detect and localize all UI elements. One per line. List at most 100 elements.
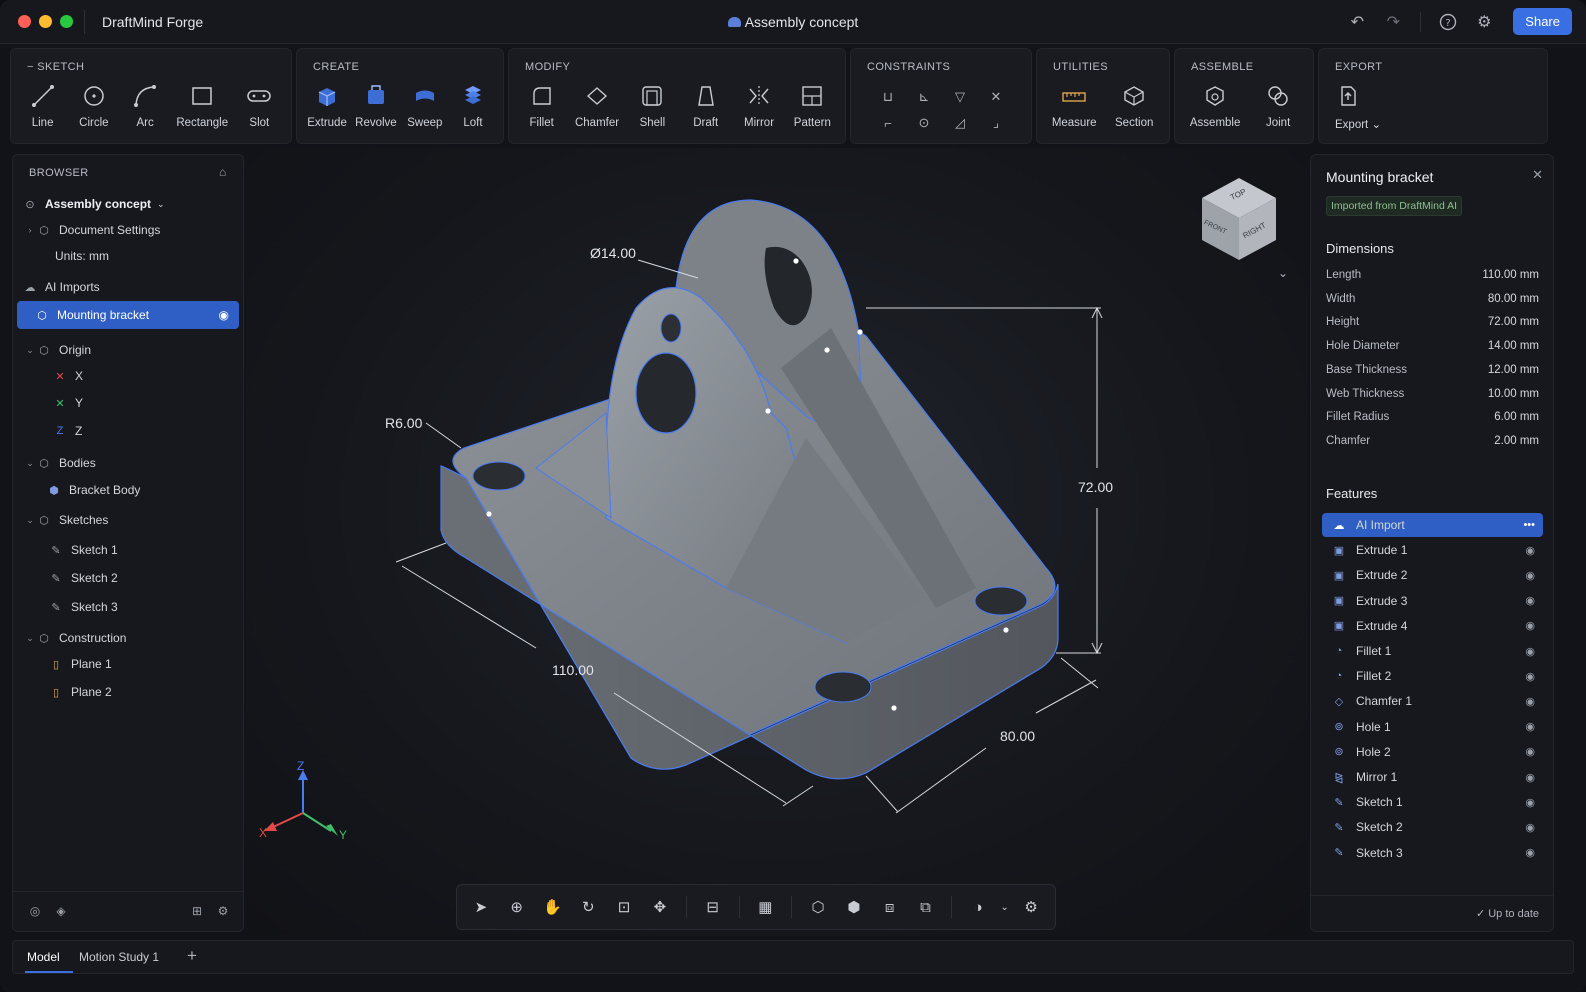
minimize-window-button[interactable] [39, 15, 52, 28]
feature-row[interactable]: ✎ Sketch 1 ◉ [1322, 790, 1543, 814]
horizontal-constraint-icon[interactable]: ⌐ [875, 113, 901, 133]
feature-row[interactable]: ⧎ Mirror 1 ◉ [1322, 765, 1543, 789]
zoom-fit-icon[interactable]: ⊡ [608, 892, 640, 922]
slot-tool[interactable]: Slot [239, 83, 279, 129]
revolve-tool[interactable]: Revolve [355, 83, 397, 129]
dimension-value[interactable]: 80.00 mm [1488, 293, 1539, 311]
chevron-down-icon[interactable]: ⌄ [23, 515, 37, 526]
visibility-eye-icon[interactable]: ◉ [1525, 720, 1535, 733]
sweep-tool[interactable]: Sweep [405, 83, 445, 129]
chevron-down-icon[interactable]: ⌄ [23, 633, 37, 644]
bracket-model[interactable] [246, 148, 1308, 936]
section-tool[interactable]: Section [1114, 83, 1154, 129]
dimension-diameter[interactable]: Ø14.00 [590, 245, 636, 261]
tab-motion-study[interactable]: Motion Study 1 [79, 950, 159, 964]
feature-row[interactable]: ✎ Sketch 3 ◉ [1322, 841, 1543, 865]
fillet-tool[interactable]: Fillet [522, 83, 562, 129]
visibility-eye-icon[interactable]: ◉ [1525, 796, 1535, 809]
feature-row[interactable]: ▣ Extrude 3 ◉ [1322, 589, 1543, 613]
draft-tool[interactable]: Draft [686, 83, 726, 129]
tree-ai-imports[interactable]: ☁ AI Imports [23, 274, 239, 300]
arc-tool[interactable]: Arc [125, 83, 165, 129]
measure-tool[interactable]: Measure [1052, 83, 1097, 129]
more-options-icon[interactable]: ••• [1523, 519, 1535, 531]
perpendicular-constraint-icon[interactable]: ⊾ [911, 87, 937, 107]
tree-sketches[interactable]: ⌄ ⬡ Sketches [23, 507, 239, 533]
loft-tool[interactable]: Loft [453, 83, 493, 129]
assemble-tool[interactable]: Assemble [1190, 83, 1240, 129]
vertical-constraint-icon[interactable]: ⌟ [983, 113, 1009, 133]
chevron-down-icon[interactable]: ⌄ [23, 458, 37, 469]
chevron-down-icon[interactable]: ⌄ [1371, 119, 1381, 131]
feature-row[interactable]: ⊚ Hole 1 ◉ [1322, 715, 1543, 739]
feature-row[interactable]: ▣ Extrude 4 ◉ [1322, 614, 1543, 638]
help-icon[interactable]: ? [1435, 9, 1461, 35]
browser-settings-icon[interactable]: ⚙ [215, 904, 231, 920]
settings-gear-icon[interactable]: ⚙ [1471, 9, 1497, 35]
close-window-button[interactable] [18, 15, 31, 28]
dimension-height[interactable]: 72.00 [1078, 479, 1113, 495]
visibility-eye-icon[interactable]: ◉ [1525, 745, 1535, 758]
visibility-eye-icon[interactable]: ◉ [1525, 594, 1535, 607]
appearance-icon[interactable]: ◑ [962, 892, 994, 922]
dimension-value[interactable]: 14.00 mm [1488, 340, 1539, 358]
dimension-value[interactable]: 110.00 mm [1482, 269, 1539, 287]
line-tool[interactable]: Line [23, 83, 63, 129]
export-tool[interactable]: Export ⌄ [1335, 83, 1381, 131]
dimension-value[interactable]: 72.00 mm [1488, 316, 1539, 334]
circle-tool[interactable]: Circle [74, 83, 114, 129]
select-cursor-icon[interactable]: ➤ [465, 892, 497, 922]
feature-row[interactable]: ▣ Extrude 2 ◉ [1322, 563, 1543, 587]
feature-row[interactable]: ✎ Sketch 2 ◉ [1322, 815, 1543, 839]
dimension-value[interactable]: 6.00 mm [1494, 411, 1539, 429]
undo-icon[interactable]: ↶ [1344, 9, 1370, 35]
maximize-window-button[interactable] [60, 15, 73, 28]
tree-origin[interactable]: ⌄ ⬡ Origin [23, 337, 239, 363]
tree-axis-x[interactable]: ✕ X [53, 363, 239, 389]
visibility-eye-icon[interactable]: ◉ [1525, 645, 1535, 658]
chevron-right-icon[interactable]: › [23, 225, 37, 235]
home-icon[interactable]: ⌂ [219, 165, 233, 179]
tree-bodies[interactable]: ⌄ ⬡ Bodies [23, 450, 239, 476]
concentric-constraint-icon[interactable]: ⊙ [911, 113, 937, 133]
view-settings-gear-icon[interactable]: ⚙ [1015, 892, 1047, 922]
wireframe-cube-icon[interactable]: ⬡ [802, 892, 834, 922]
feature-row[interactable]: ☁ AI Import ••• [1322, 513, 1543, 537]
tree-bracket-body[interactable]: ⬢ Bracket Body [47, 477, 239, 503]
visibility-eye-icon[interactable]: ◉ [1525, 670, 1535, 683]
tree-axis-z[interactable]: ZZ [53, 418, 239, 444]
layers-icon[interactable]: ◈ [53, 904, 69, 920]
tree-sketch-3[interactable]: ✎ Sketch 3 [49, 594, 239, 620]
orbit-target-icon[interactable]: ⊕ [501, 892, 533, 922]
visibility-eye-icon[interactable]: ◉ [1525, 846, 1535, 859]
cross-constraint-icon[interactable]: ✕ [983, 87, 1009, 107]
visibility-eye-icon[interactable]: ◉ [219, 308, 229, 322]
shell-tool[interactable]: Shell [632, 83, 672, 129]
rotate-icon[interactable]: ↻ [572, 892, 604, 922]
tree-sketch-2[interactable]: ✎ Sketch 2 [49, 565, 239, 591]
feature-row[interactable]: ◔ Fillet 1 ◉ [1322, 639, 1543, 663]
dimension-radius[interactable]: R6.00 [385, 415, 422, 431]
visibility-eye-icon[interactable]: ◉ [1525, 544, 1535, 557]
tree-construction[interactable]: ⌄ ⬡ Construction [23, 625, 239, 651]
chamfer-tool[interactable]: Chamfer [575, 83, 619, 129]
dimension-value[interactable]: 12.00 mm [1488, 364, 1539, 382]
feature-row[interactable]: ▣ Extrude 1 ◉ [1322, 538, 1543, 562]
tree-plane-2[interactable]: ▯ Plane 2 [49, 679, 239, 705]
document-title-text[interactable]: Assembly concept [745, 14, 859, 30]
hidden-lines-cube-icon[interactable]: ⧈ [874, 892, 906, 922]
tree-root[interactable]: ⊙ Assembly concept ⌄ [23, 191, 239, 217]
add-item-icon[interactable]: ⊞ [189, 904, 205, 920]
dimension-value[interactable]: 2.00 mm [1494, 435, 1539, 453]
pattern-tool[interactable]: Pattern [792, 83, 832, 129]
tangent-constraint-icon[interactable]: ▽ [947, 87, 973, 107]
feature-row[interactable]: ◇ Chamfer 1 ◉ [1322, 689, 1543, 713]
section-view-icon[interactable]: ⊟ [697, 892, 729, 922]
dimension-length[interactable]: 110.00 [552, 662, 594, 678]
dimension-width[interactable]: 80.00 [1000, 728, 1035, 744]
grid-icon[interactable]: ▦ [749, 892, 781, 922]
angle-constraint-icon[interactable]: ◿ [947, 113, 973, 133]
close-icon[interactable]: ✕ [1532, 167, 1543, 183]
explode-cube-icon[interactable]: ⧉ [910, 892, 942, 922]
visibility-eye-icon[interactable]: ◉ [1525, 695, 1535, 708]
